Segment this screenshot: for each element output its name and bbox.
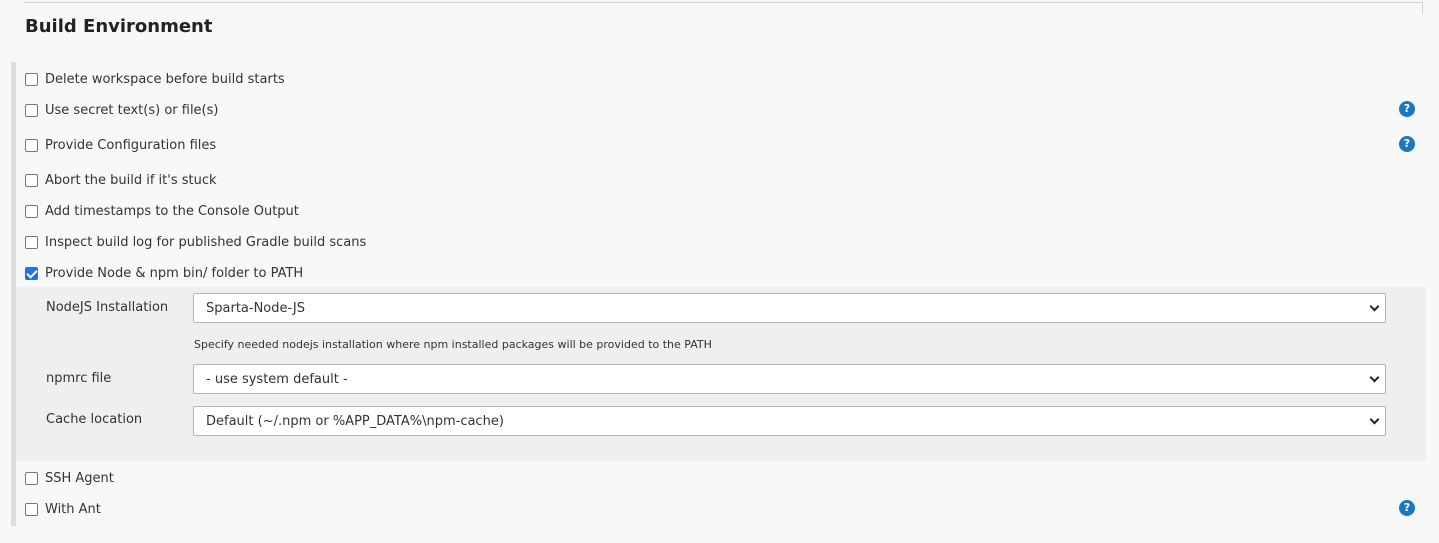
help-icon[interactable]: ? (1399, 101, 1415, 117)
help-icon[interactable]: ? (1399, 500, 1415, 516)
abort-if-stuck-checkbox[interactable] (25, 173, 38, 187)
option-provide-node[interactable]: Provide Node & npm bin/ folder to PATH (25, 261, 303, 285)
option-label: Provide Node & npm bin/ folder to PATH (45, 265, 304, 281)
use-secret-checkbox[interactable] (25, 103, 38, 117)
npmrc-file-label: npmrc file (46, 371, 112, 386)
nodejs-installation-label: NodeJS Installation (46, 300, 169, 315)
option-label: Add timestamps to the Console Output (45, 203, 299, 219)
cache-location-select[interactable]: Default (~/.npm or %APP_DATA%\npm-cache) (193, 406, 1386, 436)
option-use-secret[interactable]: Use secret text(s) or file(s) (25, 98, 218, 122)
inspect-gradle-checkbox[interactable] (25, 235, 38, 249)
chevron-down-icon (1369, 414, 1380, 425)
provide-config-files-checkbox[interactable] (25, 138, 38, 152)
option-label: Delete workspace before build starts (45, 71, 285, 87)
option-abort-if-stuck[interactable]: Abort the build if it's stuck (25, 168, 217, 192)
nodejs-installation-description: Specify needed nodejs installation where… (194, 338, 712, 351)
option-add-timestamps[interactable]: Add timestamps to the Console Output (25, 199, 299, 223)
option-label: SSH Agent (45, 470, 114, 486)
chevron-down-icon (1369, 301, 1380, 312)
delete-workspace-checkbox[interactable] (25, 72, 38, 86)
nodejs-installation-select[interactable]: Sparta-Node-JS (193, 293, 1386, 323)
help-icon[interactable]: ? (1399, 136, 1415, 152)
option-label: Inspect build log for published Gradle b… (45, 234, 367, 250)
nodejs-installation-value: Sparta-Node-JS (206, 300, 305, 316)
option-ssh-agent[interactable]: SSH Agent (25, 466, 114, 490)
option-label: Abort the build if it's stuck (45, 172, 217, 188)
chevron-down-icon (1369, 372, 1380, 383)
option-label: Provide Configuration files (45, 137, 217, 153)
npmrc-file-value: - use system default - (206, 371, 348, 387)
with-ant-checkbox[interactable] (25, 502, 38, 516)
ssh-agent-checkbox[interactable] (25, 471, 38, 485)
option-inspect-gradle[interactable]: Inspect build log for published Gradle b… (25, 230, 366, 254)
cache-location-label: Cache location (46, 412, 143, 427)
add-timestamps-checkbox[interactable] (25, 204, 38, 218)
section-title: Build Environment (25, 16, 213, 37)
option-label: With Ant (45, 501, 101, 517)
npmrc-file-select[interactable]: - use system default - (193, 364, 1386, 394)
option-with-ant[interactable]: With Ant (25, 497, 101, 521)
section-right-divider (1422, 2, 1423, 14)
option-label: Use secret text(s) or file(s) (45, 102, 219, 118)
provide-node-checkbox[interactable] (25, 266, 38, 280)
option-provide-config-files[interactable]: Provide Configuration files (25, 133, 216, 157)
option-delete-workspace[interactable]: Delete workspace before build starts (25, 67, 285, 91)
cache-location-value: Default (~/.npm or %APP_DATA%\npm-cache) (206, 413, 504, 429)
section-top-divider (23, 2, 1422, 3)
